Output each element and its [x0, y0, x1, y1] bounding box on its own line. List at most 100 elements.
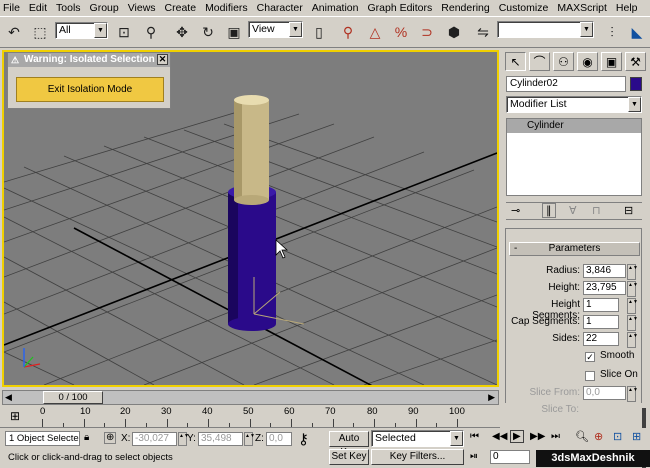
key-mode-toggle-icon[interactable]: ⏯	[470, 451, 478, 462]
track-tick	[415, 419, 417, 427]
zoom-extents-all-icon[interactable]: ⊞	[632, 430, 641, 443]
height-field[interactable]: 23,795	[583, 281, 626, 295]
mirror-tool-icon[interactable]: ⫶	[601, 21, 623, 43]
play-icon[interactable]: ▶	[510, 430, 524, 443]
named-selection-sets-dropdown[interactable]: ▼	[497, 21, 594, 38]
key-filters-button[interactable]: Key Filters...	[371, 449, 464, 465]
sides-spinner[interactable]: ▲▼	[627, 332, 638, 348]
zoom-extents-icon[interactable]: ⊡	[613, 430, 622, 443]
go-to-start-icon[interactable]: ⏮	[470, 431, 479, 442]
y-coord-field[interactable]: 35,498	[198, 432, 243, 446]
menu-character[interactable]: Character	[257, 2, 303, 14]
slice-from-field[interactable]: 0,0	[583, 386, 626, 400]
x-coord-field[interactable]: -30,027	[132, 432, 177, 446]
mini-curve-editor-icon[interactable]: ⊞	[10, 409, 20, 423]
select-and-rotate-icon[interactable]: ↻	[197, 21, 219, 43]
object-color-swatch[interactable]	[630, 77, 642, 91]
hierarchy-tab-icon[interactable]: ⚇	[553, 52, 574, 71]
menu-group[interactable]: Group	[90, 2, 119, 14]
select-and-link-icon[interactable]: ⚲	[140, 21, 162, 43]
slice-on-checkbox[interactable]	[585, 371, 595, 381]
current-frame-field[interactable]: 0	[490, 450, 530, 464]
auto-key-button[interactable]: Auto Key	[329, 431, 369, 458]
menu-help[interactable]: Help	[616, 2, 638, 14]
zoom-icon[interactable]: 🔍︎	[575, 430, 589, 443]
select-and-scale-icon[interactable]: ▣	[223, 21, 245, 43]
mirror-icon[interactable]: ⇋	[472, 21, 494, 43]
pin-stack-icon[interactable]: ⊸	[511, 204, 520, 217]
configure-modifier-sets-icon[interactable]: ⊟	[624, 204, 633, 217]
menu-views[interactable]: Views	[128, 2, 156, 14]
menu-customize[interactable]: Customize	[499, 2, 549, 14]
pivot-center-icon[interactable]: ▯	[308, 21, 330, 43]
selection-filter-dropdown[interactable]: All ▼	[55, 22, 108, 39]
percent-snap-icon[interactable]: %	[390, 21, 412, 43]
angle-snap-icon[interactable]: △	[364, 21, 386, 43]
menu-edit[interactable]: Edit	[29, 2, 47, 14]
set-key-button[interactable]: Set Key	[329, 449, 369, 465]
stack-item-cylinder[interactable]: Cylinder	[507, 119, 641, 133]
sides-field[interactable]: 22	[583, 332, 619, 346]
cap-segments-field[interactable]: 1	[583, 315, 619, 329]
time-slider-thumb[interactable]: 0 / 100	[43, 391, 103, 404]
next-frame-icon[interactable]: ▶▶	[530, 431, 545, 442]
slice-from-spinner[interactable]: ▲▼	[627, 386, 638, 402]
menu-modifiers[interactable]: Modifiers	[205, 2, 248, 14]
absolute-mode-icon[interactable]: ⊕	[104, 432, 117, 444]
show-end-result-icon[interactable]: ∥	[542, 203, 556, 218]
undo-icon[interactable]: ↶	[3, 21, 25, 43]
go-to-end-icon[interactable]: ⏭	[551, 431, 560, 442]
modifier-list-dropdown[interactable]: Modifier List ▼	[506, 96, 642, 113]
parameters-rollout-header[interactable]: - Parameters	[509, 242, 640, 256]
z-coord-field[interactable]: 0,0	[266, 432, 292, 446]
y-spinner[interactable]: ▲▼	[244, 432, 255, 446]
prev-frame-icon[interactable]: ◀	[5, 392, 12, 403]
height-spinner[interactable]: ▲▼	[627, 281, 638, 297]
select-and-move-icon[interactable]: ✥	[171, 21, 193, 43]
cylinder-dark[interactable]	[228, 185, 276, 331]
modify-tab-icon[interactable]: ⌒	[529, 52, 550, 71]
radius-spinner[interactable]: ▲▼	[627, 264, 638, 280]
remove-modifier-icon[interactable]: ⊓	[592, 204, 601, 217]
lock-selection-icon[interactable]: 🔒︎	[84, 432, 89, 443]
display-tab-icon[interactable]: ▣	[601, 52, 622, 71]
zoom-all-icon[interactable]: ⊕	[594, 430, 603, 443]
close-icon[interactable]: ✕	[157, 54, 168, 65]
smooth-checkbox[interactable]: ✓	[585, 352, 595, 362]
exit-isolation-mode-button[interactable]: Exit Isolation Mode	[16, 77, 164, 102]
menu-graph-editors[interactable]: Graph Editors	[367, 2, 432, 14]
track-bar[interactable]: ⊞ 10 20 30 40 50 60 70 80 90 100 0	[0, 406, 500, 428]
height-segments-spinner[interactable]: ▲▼	[627, 298, 638, 314]
reference-coord-dropdown[interactable]: View ▼	[248, 21, 303, 38]
tick-label: 20	[120, 406, 131, 417]
spinner-snap-icon[interactable]: ⊃	[416, 21, 438, 43]
menu-animation[interactable]: Animation	[312, 2, 359, 14]
align-icon[interactable]: ◣	[626, 21, 648, 43]
menu-tools[interactable]: Tools	[56, 2, 81, 14]
track-tick	[125, 419, 126, 427]
menu-create[interactable]: Create	[165, 2, 197, 14]
snap-toggle-icon[interactable]: ⚲	[337, 21, 359, 43]
cylinder-tan[interactable]	[234, 95, 269, 205]
next-frame-icon[interactable]: ▶	[488, 392, 495, 403]
utilities-tab-icon[interactable]: ⚒	[625, 52, 646, 71]
object-name-field[interactable]: Cylinder02	[506, 76, 626, 92]
edit-named-selections-icon[interactable]: ⬢	[443, 21, 465, 43]
motion-tab-icon[interactable]: ◉	[577, 52, 598, 71]
previous-frame-icon[interactable]: ◀◀	[492, 431, 507, 442]
select-by-name-icon[interactable]: ⊡	[113, 21, 135, 43]
height-segments-field[interactable]: 1	[583, 298, 619, 312]
perspective-viewport[interactable]: ⚠ Warning: Isolated Selection ✕ Exit Iso…	[2, 50, 499, 387]
key-mode-dropdown[interactable]: Selected ▼	[371, 430, 464, 447]
cap-segments-label: Cap Segments:	[511, 316, 580, 327]
time-slider[interactable]: 0 / 100 ◀ ▶	[2, 390, 499, 405]
menu-rendering[interactable]: Rendering	[441, 2, 489, 14]
select-region-icon[interactable]: ⬚	[29, 21, 51, 43]
x-spinner[interactable]: ▲▼	[178, 432, 189, 446]
create-tab-icon[interactable]: ↖	[505, 52, 526, 71]
make-unique-icon[interactable]: ∀	[569, 204, 577, 217]
menu-maxscript[interactable]: MAXScript	[557, 2, 607, 14]
cap-segments-spinner[interactable]: ▲▼	[627, 315, 638, 331]
menu-file[interactable]: File	[3, 2, 20, 14]
radius-field[interactable]: 3,846	[583, 264, 626, 278]
